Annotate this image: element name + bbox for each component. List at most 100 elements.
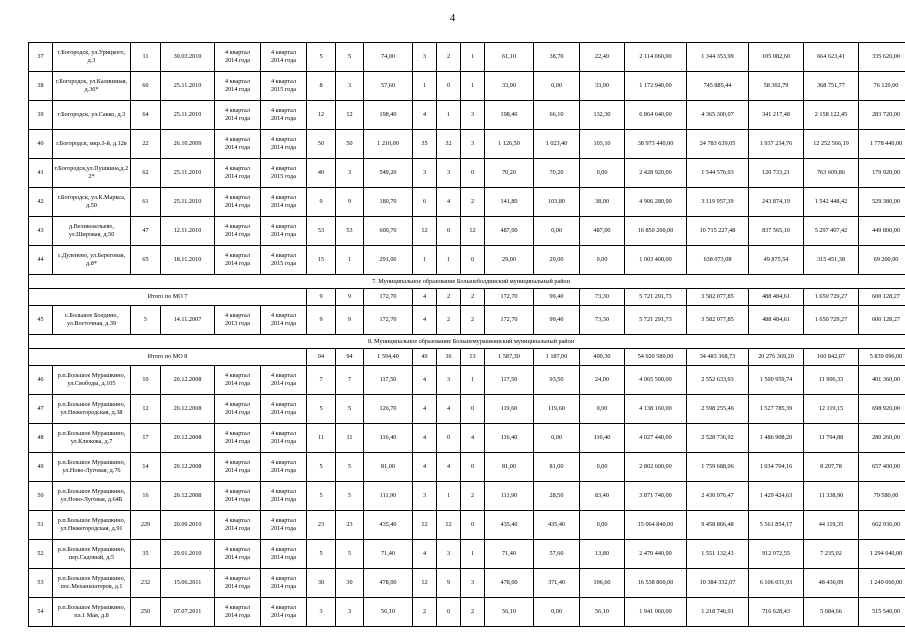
row-money1: 4 138 160,00	[624, 394, 687, 424]
row-col10: 2	[460, 481, 485, 511]
row-col9: 12	[436, 510, 461, 540]
row-col11: 141,80	[484, 187, 534, 217]
row-col6: 3	[335, 71, 364, 101]
section-header-row: 8. Муниципальное образование Большемураш…	[28, 334, 905, 349]
row-col13: 103,10	[579, 129, 625, 159]
row-col12: 371,40	[533, 568, 580, 598]
row-money4: 11 338,90	[803, 481, 859, 511]
row-col10: 0	[460, 394, 485, 424]
row-period-to: 4 квартал 2014 года	[260, 568, 307, 598]
row-number: 47	[28, 394, 53, 424]
row-col5: 5	[306, 394, 336, 424]
row-money4: 5 297 407,42	[803, 216, 859, 246]
row-col8: 4	[412, 365, 437, 395]
row-col12: 0,00	[533, 216, 580, 246]
row-address: г.Богородск, мкр.3-й, д.12в	[52, 129, 131, 159]
table-row: 47 р.п.Большое Мурашкино, ул.Нижегородска…	[28, 394, 905, 424]
row-date: 25.11.2010	[160, 158, 215, 188]
row-period-to: 4 квартал 2014 года	[260, 597, 307, 627]
row-col10: 1	[460, 365, 485, 395]
row-col12: 0,00	[533, 597, 580, 627]
row-money2: 2 598 255,46	[686, 394, 749, 424]
row-money2: 1 218 746,91	[686, 597, 749, 627]
row-col9: 1	[436, 245, 461, 275]
row-period-to: 4 квартал 2014 года	[260, 452, 307, 482]
total-col5: 9	[306, 288, 336, 306]
row-col5: 5	[306, 481, 336, 511]
row-col11: 111,90	[484, 481, 534, 511]
row-date: 14.11.2007	[160, 305, 215, 335]
section-header-8: 8. Муниципальное образование Большемураш…	[28, 334, 905, 349]
row-code: 12	[130, 394, 161, 424]
row-col8: 12	[412, 216, 437, 246]
row-money2: 4 365 300,07	[686, 100, 749, 130]
total-col6: 9	[335, 288, 364, 306]
row-money5: 401 360,00	[858, 365, 905, 395]
row-money2: 1 544 576,93	[686, 158, 749, 188]
total-col8: 49	[412, 348, 437, 366]
row-col11: 172,70	[484, 305, 534, 335]
row-money4: 48 436,09	[803, 568, 859, 598]
row-number: 45	[28, 305, 53, 335]
row-col13: 0,00	[579, 452, 625, 482]
row-col5: 12	[306, 100, 336, 130]
row-col10: 1	[460, 42, 485, 72]
row-money2: 745 885,44	[686, 71, 749, 101]
row-col6: 9	[335, 187, 364, 217]
row-code: 22	[130, 129, 161, 159]
row-col9: 4	[436, 452, 461, 482]
row-period-to: 4 квартал 2014 года	[260, 129, 307, 159]
row-code: 229	[130, 510, 161, 540]
row-col5: 8	[306, 71, 336, 101]
row-col8: 12	[412, 568, 437, 598]
row-col10: 2	[460, 187, 485, 217]
row-money2: 10 384 332,07	[686, 568, 749, 598]
row-code: 60	[130, 71, 161, 101]
row-col9: 4	[436, 394, 461, 424]
row-money3: 1 486 908,20	[748, 423, 804, 453]
row-col8: 3	[412, 42, 437, 72]
row-period-from: 4 квартал 2014 года	[214, 394, 261, 424]
row-money3: 120 733,21	[748, 158, 804, 188]
row-col5: 40	[306, 158, 336, 188]
row-col5: 5	[306, 452, 336, 482]
row-col13: 132,30	[579, 100, 625, 130]
row-col9: 1	[436, 481, 461, 511]
row-money5: 529 380,00	[858, 187, 905, 217]
row-period-to: 4 квартал 2015 года	[260, 245, 307, 275]
row-col7: 57,60	[363, 71, 413, 101]
total-col10: 2	[460, 288, 485, 306]
row-col13: 0,00	[579, 245, 625, 275]
row-period-from: 4 квартал 2014 года	[214, 158, 261, 188]
row-col5: 53	[306, 216, 336, 246]
row-col12: 0,00	[533, 423, 580, 453]
row-col5: 15	[306, 245, 336, 275]
row-number: 49	[28, 452, 53, 482]
row-col9: 2	[436, 305, 461, 335]
row-col10: 3	[460, 129, 485, 159]
row-col11: 119,60	[484, 394, 534, 424]
row-address: р.п.Большое Мурашкино, ул.Ново-Луговая, …	[52, 481, 131, 511]
row-col11: 71,40	[484, 539, 534, 569]
row-money5: 79 580,00	[858, 481, 905, 511]
row-date: 25.11.2010	[160, 100, 215, 130]
row-col7: 172,70	[363, 305, 413, 335]
row-col9: 3	[436, 365, 461, 395]
row-money3: 5 561 854,17	[748, 510, 804, 540]
row-number: 44	[28, 245, 53, 275]
table-row: 54 р.п.Большое Мурашкино, пл.1 Мая, д.8 25…	[28, 597, 905, 627]
row-money3: 1 034 704,16	[748, 452, 804, 482]
row-col12: 0,00	[533, 71, 580, 101]
row-col6: 1	[335, 245, 364, 275]
row-col8: 1	[412, 71, 437, 101]
row-code: 11	[130, 42, 161, 72]
row-code: 65	[130, 245, 161, 275]
total-col11: 172,70	[484, 288, 534, 306]
row-period-to: 4 квартал 2014 года	[260, 365, 307, 395]
row-col10: 1	[460, 539, 485, 569]
row-period-from: 4 квартал 2014 года	[214, 452, 261, 482]
total-money5: 5 839 096,00	[858, 348, 905, 366]
total-money3: 20 276 369,20	[748, 348, 804, 366]
row-col7: 81,00	[363, 452, 413, 482]
housing-program-table: 37 г.Богородск, ул.Урицкого, д.3 11 30.03.2…	[28, 42, 905, 627]
